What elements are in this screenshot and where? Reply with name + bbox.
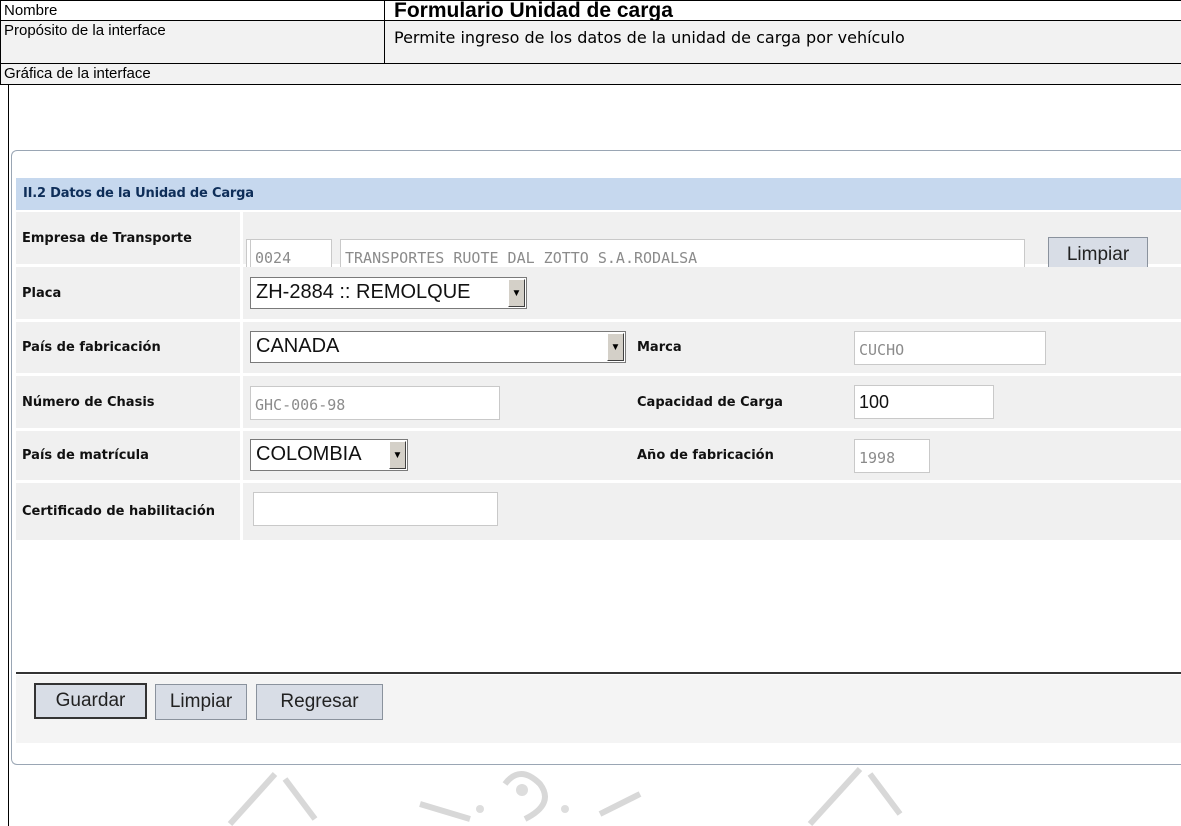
doc-purpose-row: Propósito de la interface Permite ingres… bbox=[0, 21, 1181, 64]
pais-matricula-value: COLOMBIA bbox=[256, 443, 362, 465]
marca-field[interactable]: CUCHO bbox=[854, 331, 1046, 365]
capacidad-label: Capacidad de Carga bbox=[637, 394, 783, 410]
dropdown-arrow-icon[interactable]: ▼ bbox=[389, 441, 406, 469]
clear-button[interactable]: Limpiar bbox=[155, 684, 247, 720]
placa-select[interactable]: ZH-2884 :: REMOLQUE ▼ bbox=[250, 277, 527, 309]
row-pais-matricula: País de matrícula COLOMBIA ▼ Año de fabr… bbox=[16, 431, 1181, 480]
pais-fabricacion-value: CANADA bbox=[256, 335, 340, 357]
purpose-label: Propósito de la interface bbox=[1, 21, 385, 63]
save-button[interactable]: Guardar bbox=[34, 683, 147, 719]
pais-fabricacion-label: País de fabricación bbox=[16, 322, 243, 373]
button-bar: Guardar Limpiar Regresar bbox=[16, 675, 1181, 743]
purpose-text: Permite ingreso de los datos de la unida… bbox=[394, 28, 905, 47]
placa-value: ZH-2884 :: REMOLQUE bbox=[256, 281, 471, 303]
doc-name-row: Nombre Formulario Unidad de carga bbox=[0, 0, 1181, 21]
footer-divider bbox=[16, 672, 1181, 674]
section-title: II.2 Datos de la Unidad de Carga bbox=[23, 186, 254, 201]
row-empresa: Empresa de Transporte 0024 TRANSPORTES R… bbox=[16, 212, 1181, 273]
pais-matricula-label: País de matrícula bbox=[16, 431, 243, 480]
pais-matricula-select[interactable]: COLOMBIA ▼ bbox=[250, 439, 408, 471]
row-pais-fabricacion: País de fabricación CANADA ▼ Marca CUCHO bbox=[16, 322, 1181, 373]
name-label: Nombre bbox=[1, 1, 385, 20]
certificado-field[interactable] bbox=[253, 492, 498, 526]
chasis-field[interactable]: GHC-006-98 bbox=[250, 386, 500, 420]
section-header: II.2 Datos de la Unidad de Carga bbox=[16, 178, 1181, 210]
chasis-label: Número de Chasis bbox=[16, 376, 243, 428]
dropdown-arrow-icon[interactable]: ▼ bbox=[508, 279, 525, 307]
row-chasis: Número de Chasis GHC-006-98 Capacidad de… bbox=[16, 376, 1181, 428]
cargo-unit-form-panel: II.2 Datos de la Unidad de Carga Empresa… bbox=[11, 150, 1181, 765]
certificado-label: Certificado de habilitación bbox=[16, 483, 243, 540]
back-button[interactable]: Regresar bbox=[256, 684, 383, 720]
capacidad-field[interactable]: 100 bbox=[854, 385, 994, 419]
doc-graphic-row: Gráfica de la interface bbox=[0, 64, 1181, 85]
placa-label: Placa bbox=[16, 267, 243, 319]
dropdown-arrow-icon[interactable]: ▼ bbox=[607, 333, 624, 361]
empresa-label: Empresa de Transporte bbox=[16, 212, 243, 264]
anio-field[interactable]: 1998 bbox=[854, 439, 930, 473]
pais-fabricacion-select[interactable]: CANADA ▼ bbox=[250, 331, 626, 363]
row-placa: Placa ZH-2884 :: REMOLQUE ▼ bbox=[16, 267, 1181, 319]
form-title: Formulario Unidad de carga bbox=[394, 0, 673, 22]
form-grid: Empresa de Transporte 0024 TRANSPORTES R… bbox=[16, 212, 1181, 543]
university-seal-watermark bbox=[227, 766, 903, 826]
graphic-label: Gráfica de la interface bbox=[4, 65, 151, 82]
marca-label: Marca bbox=[637, 340, 682, 355]
anio-label: Año de fabricación bbox=[637, 448, 774, 463]
doc-left-border bbox=[8, 85, 9, 826]
row-certificado: Certificado de habilitación bbox=[16, 483, 1181, 540]
